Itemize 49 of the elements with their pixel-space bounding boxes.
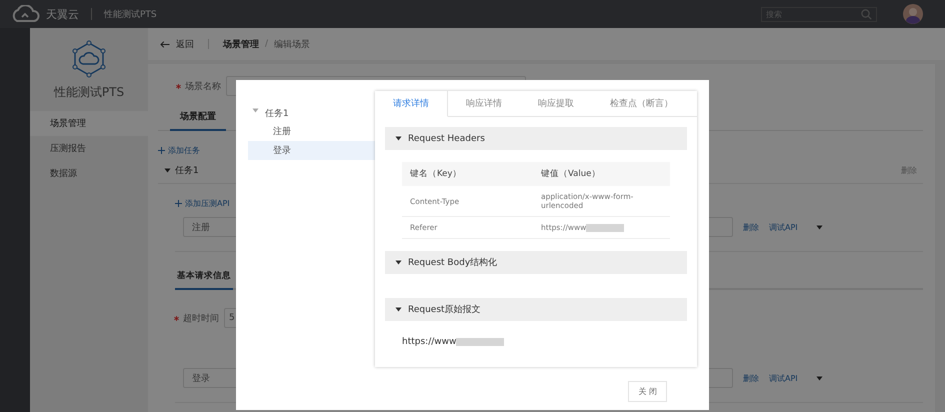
caret-icon[interactable] — [395, 135, 402, 142]
product-name: 性能测试PTS — [104, 8, 157, 20]
plus-icon[interactable] — [175, 200, 182, 207]
caret-icon[interactable] — [164, 167, 171, 174]
breadcrumb-separator: / — [265, 39, 268, 49]
caret-icon[interactable] — [395, 306, 402, 313]
tab[interactable]: 请求详情 — [375, 91, 448, 117]
tab[interactable]: 检查点（断言） — [592, 91, 691, 117]
caret-icon[interactable] — [816, 374, 823, 382]
add-task-link[interactable]: 添加任务 — [168, 145, 200, 156]
product-title: 性能测试PTS — [52, 84, 126, 101]
nav-item[interactable]: 压测报告 — [30, 136, 148, 161]
section-title[interactable]: Request Body结构化 — [408, 256, 498, 269]
raw-message-text: https://www — [402, 337, 456, 347]
back-link[interactable]: 返回 — [176, 38, 194, 50]
task-name: 任务1 — [175, 164, 199, 177]
caret-icon[interactable] — [395, 259, 402, 266]
hexagon-cloud-logo-icon — [71, 40, 107, 78]
redacted-block — [456, 338, 504, 346]
field-label: 超时时间 — [183, 312, 219, 324]
brand-name: 天翼云 — [46, 6, 79, 22]
breadcrumb-item: 编辑场景 — [274, 38, 310, 50]
field-label: 场景名称 — [185, 80, 221, 92]
delete-link[interactable]: 删除 — [743, 372, 759, 384]
redacted-block — [586, 224, 624, 232]
tab[interactable]: 响应详情 — [448, 91, 520, 117]
delete-link[interactable]: 删除 — [743, 222, 759, 232]
tree-item[interactable]: 任务1 — [265, 107, 289, 120]
tab[interactable]: 基本请求信息 — [175, 266, 233, 290]
tree-item[interactable]: 登录 — [248, 141, 375, 160]
nav-item[interactable]: 场景管理 — [30, 111, 148, 136]
column-header: 键名（Key） — [409, 168, 462, 181]
nav-item[interactable]: 数据源 — [30, 161, 148, 186]
column-header: 键值（Value） — [540, 168, 602, 181]
tab[interactable]: 场景配置 — [170, 106, 226, 131]
section-title[interactable]: Request Headers — [408, 134, 485, 144]
close-button[interactable]: 关 闭 — [628, 381, 667, 402]
section-title[interactable]: Request原始报文 — [408, 303, 481, 316]
cloud-logo-icon — [10, 5, 40, 23]
add-api-link[interactable]: 添加压测API — [185, 198, 230, 209]
tab[interactable]: 响应提取 — [520, 91, 592, 117]
debug-api-link[interactable]: 调试API — [769, 222, 798, 232]
plus-icon[interactable] — [158, 147, 165, 154]
caret-icon[interactable] — [816, 224, 823, 230]
breadcrumb-item[interactable]: 场景管理 — [223, 38, 259, 50]
tree-item[interactable]: 注册 — [248, 122, 375, 141]
debug-api-link[interactable]: 调试API — [769, 372, 798, 384]
back-arrow-icon[interactable] — [160, 40, 170, 48]
avatar-icon[interactable] — [903, 4, 923, 24]
